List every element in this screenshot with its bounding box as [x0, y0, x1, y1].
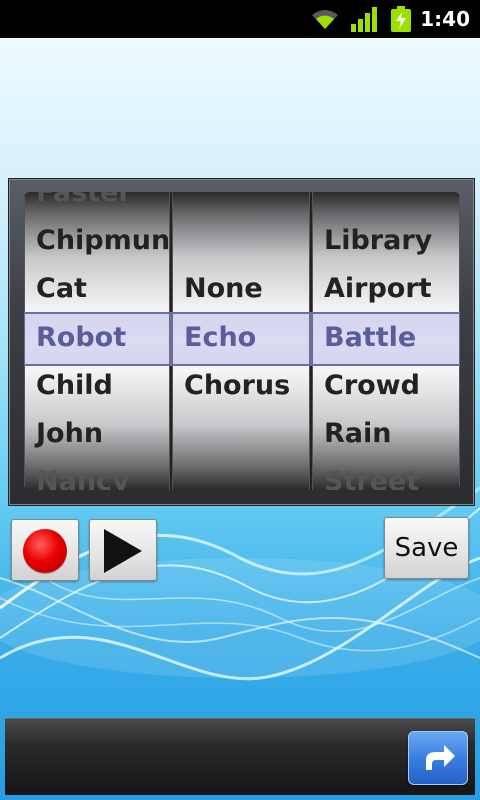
effect-option[interactable]: Chorus: [172, 362, 310, 410]
bottom-bar: [5, 718, 475, 795]
place-option[interactable]: Library: [312, 217, 460, 265]
place-option[interactable]: [312, 192, 460, 217]
voice-option[interactable]: Cat: [24, 265, 170, 313]
picker-wheels: Faster Chipmun Cat Robot Child John Nancy None…: [24, 192, 460, 490]
record-icon: [23, 529, 67, 573]
effect-option[interactable]: [172, 192, 310, 217]
play-icon: [104, 529, 142, 573]
place-option[interactable]: Street: [312, 458, 460, 490]
voice-option[interactable]: Faster: [24, 192, 170, 217]
effect-option[interactable]: [172, 410, 310, 458]
effect-option[interactable]: [172, 458, 310, 490]
sound-picker: Faster Chipmun Cat Robot Child John Nancy None…: [8, 178, 475, 506]
save-button[interactable]: Save: [384, 517, 469, 579]
voice-option[interactable]: Child: [24, 362, 170, 410]
share-button[interactable]: [408, 731, 468, 785]
signal-icon: [351, 7, 377, 32]
record-button[interactable]: [11, 519, 79, 581]
battery-charging-icon: [391, 6, 411, 32]
effect-option[interactable]: None: [172, 265, 310, 313]
wifi-icon: [312, 10, 338, 29]
place-option[interactable]: Crowd: [312, 362, 460, 410]
status-bar: 1:40: [0, 0, 480, 38]
clock: 1:40: [420, 7, 470, 31]
voice-option[interactable]: John: [24, 410, 170, 458]
selection-highlight: [24, 312, 460, 366]
place-option[interactable]: Airport: [312, 265, 460, 313]
voice-option[interactable]: Chipmun: [24, 217, 170, 265]
voice-option[interactable]: Nancy: [24, 458, 170, 490]
play-button[interactable]: [89, 519, 157, 581]
share-arrow-icon: [426, 745, 455, 770]
place-option[interactable]: Rain: [312, 410, 460, 458]
effect-option[interactable]: [172, 217, 310, 265]
